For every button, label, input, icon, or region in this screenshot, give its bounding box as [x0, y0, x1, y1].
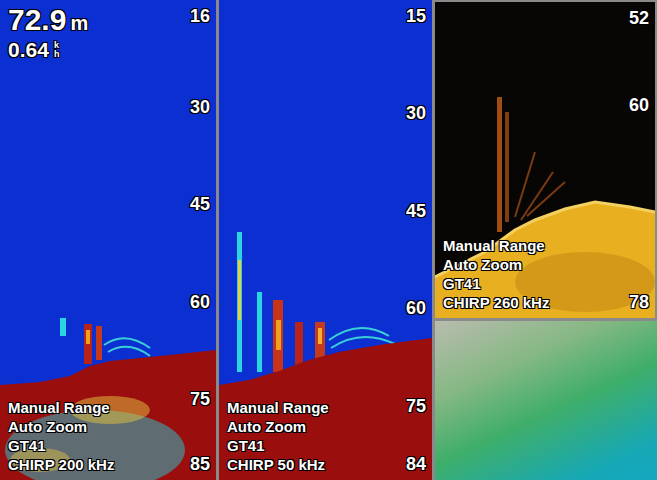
- sonar-panel: 16 30 45 60 75 85 Manual RangeAuto ZoomGT41CHI…: [0, 0, 216, 480]
- panel-label: Manual Range: [443, 236, 549, 255]
- depth-tick: 84: [406, 454, 426, 474]
- speed-unit-part: h: [54, 50, 60, 59]
- depth-tick: 52: [629, 8, 649, 28]
- panel-label: GT41: [8, 436, 114, 455]
- depth-tick: 75: [190, 389, 210, 409]
- panel-labels: Manual RangeAuto ZoomGT41CHIRP 50 kHz: [227, 398, 329, 474]
- depth-tick: 45: [406, 201, 426, 221]
- depth-tick: 78: [629, 292, 649, 312]
- sonar-screen: 163045607585Manual RangeAuto ZoomGT41CHI…: [0, 0, 657, 480]
- speed-value: 0.64: [8, 39, 49, 61]
- panel-label: Auto Zoom: [227, 417, 329, 436]
- speed-unit: kh: [54, 41, 60, 59]
- panel-label: CHIRP 50 kHz: [227, 455, 329, 474]
- depth-tick: 45: [190, 194, 210, 214]
- depth-readout: 72.9m: [8, 4, 88, 39]
- depth-tick: 16: [190, 6, 210, 26]
- depth-tick: 60: [406, 298, 426, 318]
- panel-label: CHIRP 260 kHz: [443, 293, 549, 312]
- downvu-frame: 52 60 78 Manual RangeAuto ZoomGT41CHIRP 260…: [435, 0, 657, 321]
- sonar-panel: 52 60 78 Manual RangeAuto ZoomGT41CHIRP 260…: [435, 2, 655, 318]
- readout: 72.9m0.64kh: [8, 4, 88, 61]
- depth-tick: 60: [629, 95, 649, 115]
- depth-tick: 85: [190, 454, 210, 474]
- depth-tick: 15: [406, 6, 426, 26]
- panel-labels: Manual RangeAuto ZoomGT41CHIRP 260 kHz: [443, 236, 549, 312]
- empty-pane: [435, 321, 657, 480]
- depth-tick: 30: [406, 103, 426, 123]
- sonar-panel: 15 30 45 60 75 84 Manual RangeAuto ZoomGT41CHI…: [219, 0, 432, 480]
- panel-label: Auto Zoom: [443, 255, 549, 274]
- right-column: 52 60 78 Manual RangeAuto ZoomGT41CHIRP 260…: [435, 0, 657, 480]
- depth-tick: 60: [190, 292, 210, 312]
- depth-unit: m: [70, 12, 88, 34]
- depth-tick: 30: [190, 97, 210, 117]
- speed-readout: 0.64 kh: [8, 39, 88, 61]
- panel-label: GT41: [227, 436, 329, 455]
- panel-label: Auto Zoom: [8, 417, 114, 436]
- panel-label: Manual Range: [227, 398, 329, 417]
- panel-label: Manual Range: [8, 398, 114, 417]
- speed-unit-part: k: [54, 41, 60, 50]
- depth-value: 72.9: [8, 3, 66, 36]
- panel-label: CHIRP 200 kHz: [8, 455, 114, 474]
- depth-tick: 75: [406, 396, 426, 416]
- panel-labels: Manual RangeAuto ZoomGT41CHIRP 200 kHz: [8, 398, 114, 474]
- panel-label: GT41: [443, 274, 549, 293]
